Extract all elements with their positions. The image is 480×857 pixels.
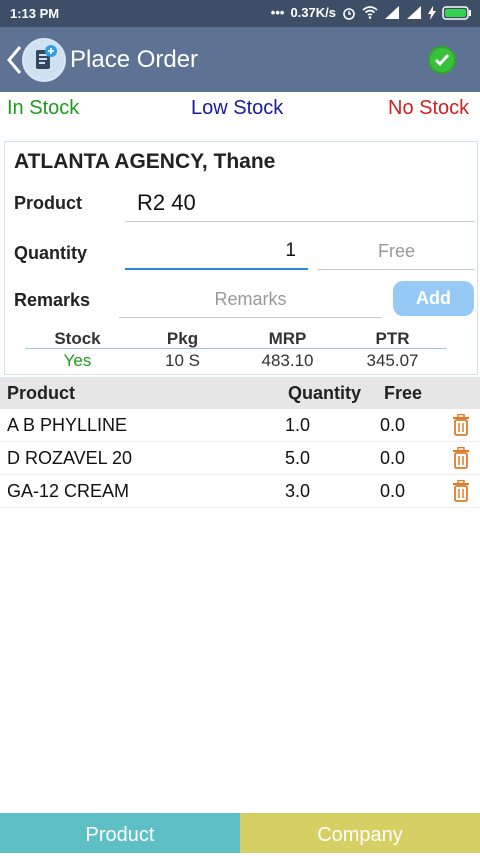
column-quantity: Quantity: [288, 383, 362, 403]
dots-icon: •••: [270, 5, 285, 20]
app-bar: Place Order: [0, 27, 480, 92]
delete-icon[interactable]: [452, 414, 470, 436]
check-icon: [434, 54, 450, 67]
row-product: A B PHYLLINE: [7, 415, 128, 435]
legend-low-stock: Low Stock: [191, 97, 284, 119]
order-row: GA-12 CREAM 3.0 0.0: [0, 475, 480, 508]
info-value-row: Yes 10 S 483.10 345.07: [25, 349, 447, 373]
status-time: 1:13 PM: [10, 6, 60, 21]
row-free: 0.0: [380, 481, 406, 501]
signal-icon: [385, 6, 399, 19]
info-header-stock: Stock: [54, 329, 101, 348]
charging-icon: [428, 5, 436, 20]
battery-icon: [442, 5, 471, 20]
info-stock-value: Yes: [63, 351, 92, 370]
alarm-icon: [343, 7, 355, 20]
tab-product[interactable]: Product: [0, 813, 240, 853]
product-info-table: Stock Pkg MRP PTR Yes 10 S 483.10 345.07: [25, 329, 447, 373]
info-header-mrp: MRP: [268, 329, 307, 348]
status-bar: 1:13 PM ••• 0.37K/s: [0, 0, 480, 27]
order-list-header: Product Quantity Free: [0, 377, 480, 409]
info-header-ptr: PTR: [375, 329, 410, 348]
document-icon: [36, 45, 57, 69]
network-speed: 0.37K/s: [290, 5, 336, 20]
quantity-field[interactable]: 1: [125, 236, 308, 270]
confirm-check-button[interactable]: [428, 46, 456, 74]
column-free: Free: [384, 383, 423, 403]
row-quantity: 5.0: [285, 448, 311, 468]
row-quantity: 1.0: [285, 415, 311, 435]
legend-no-stock: No Stock: [388, 97, 470, 119]
column-product: Product: [7, 383, 76, 403]
row-free: 0.0: [380, 415, 406, 435]
remarks-field[interactable]: Remarks: [119, 284, 382, 318]
order-form: ATLANTA AGENCY, Thane Product R2 40 Quan…: [4, 141, 478, 375]
row-product: D ROZAVEL 20: [7, 448, 133, 468]
app-logo: [22, 38, 66, 82]
order-row: D ROZAVEL 20 5.0 0.0: [0, 442, 480, 475]
info-header-pkg: Pkg: [166, 329, 199, 348]
signal-icon: [407, 6, 421, 19]
free-field[interactable]: Free: [318, 236, 475, 270]
row-product: GA-12 CREAM: [7, 481, 130, 501]
product-field[interactable]: R2 40: [125, 186, 475, 222]
product-label: Product: [14, 193, 83, 213]
row-free: 0.0: [380, 448, 406, 468]
add-button[interactable]: Add: [393, 281, 474, 316]
delete-icon[interactable]: [452, 447, 470, 469]
order-row: A B PHYLLINE 1.0 0.0: [0, 409, 480, 442]
delete-icon[interactable]: [452, 480, 470, 502]
info-header-row: Stock Pkg MRP PTR: [25, 329, 447, 349]
agency-name: ATLANTA AGENCY, Thane: [14, 150, 276, 173]
page-title: Place Order: [70, 46, 199, 73]
tab-company[interactable]: Company: [240, 813, 480, 853]
quantity-label: Quantity: [14, 243, 88, 263]
wifi-icon: [362, 6, 378, 19]
info-ptr-value: 345.07: [366, 351, 419, 370]
legend-in-stock: In Stock: [7, 97, 80, 119]
info-mrp-value: 483.10: [261, 351, 314, 370]
row-quantity: 3.0: [285, 481, 311, 501]
back-arrow-icon[interactable]: [6, 45, 22, 75]
remarks-label: Remarks: [14, 290, 91, 310]
info-pkg-value: 10 S: [165, 351, 200, 370]
